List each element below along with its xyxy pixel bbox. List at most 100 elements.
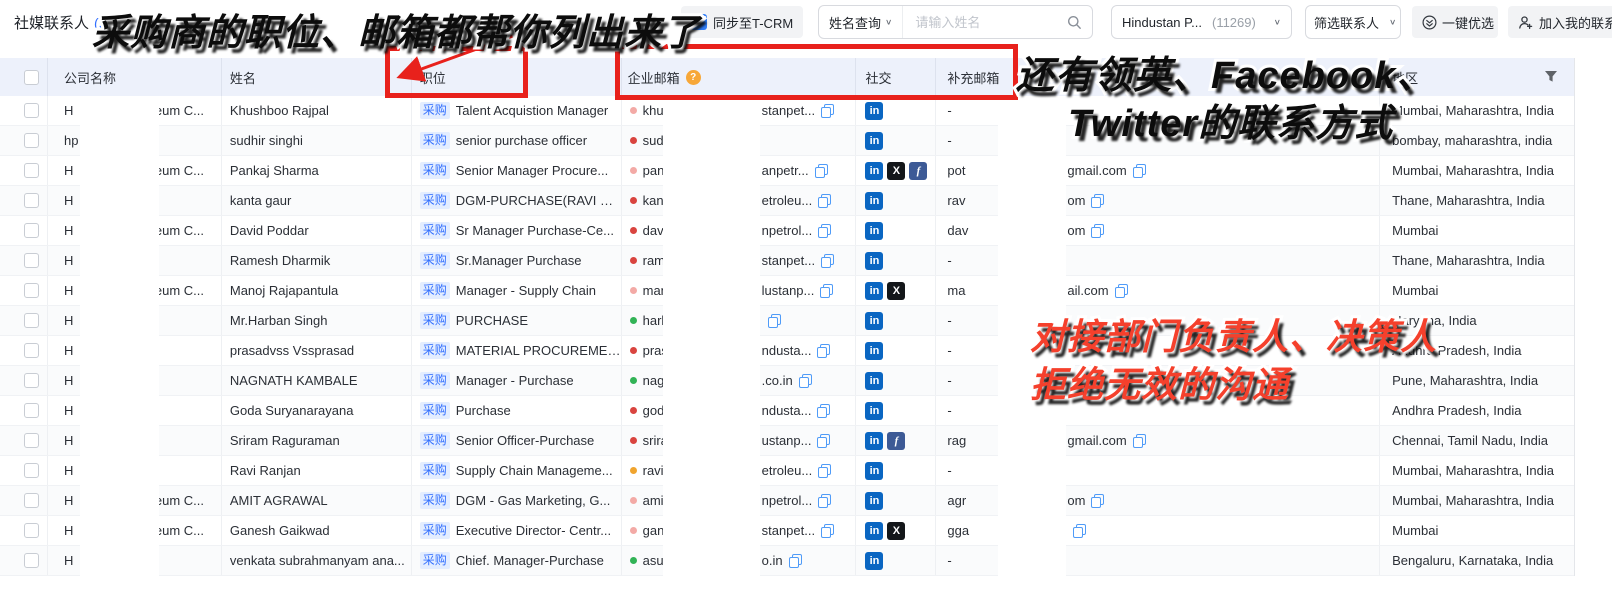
purchase-tag: 采购 [420, 162, 450, 179]
header-social[interactable]: 社交 [856, 58, 936, 96]
table-row[interactable]: H leum C... Pankaj Sharma 采购 Senior Mana… [0, 156, 1574, 186]
copy-icon[interactable] [820, 284, 833, 298]
linkedin-icon[interactable]: in [865, 252, 883, 270]
copy-icon[interactable] [818, 194, 831, 208]
row-checkbox[interactable] [24, 223, 39, 238]
company-filter-select[interactable]: Hindustan P... (11269) ∨ [1111, 5, 1292, 39]
header-email[interactable]: 企业邮箱 ? [622, 58, 857, 96]
copy-icon[interactable] [1073, 524, 1086, 538]
copy-icon[interactable] [818, 224, 831, 238]
row-checkbox[interactable] [24, 463, 39, 478]
linkedin-icon[interactable]: in [865, 462, 883, 480]
linkedin-icon[interactable]: in [865, 372, 883, 390]
linkedin-icon[interactable]: in [865, 162, 883, 180]
table-row[interactable]: H NAGNATH KAMBALE 采购 Manager - Purchase … [0, 366, 1574, 396]
filter-funnel-icon[interactable] [1544, 70, 1558, 86]
sync-to-tcrm-button[interactable]: T 同步至T-CRM [681, 6, 803, 38]
row-checkbox[interactable] [24, 253, 39, 268]
table-row[interactable]: H Ravi Ranjan 采购 Supply Chain Manageme..… [0, 456, 1574, 486]
linkedin-icon[interactable]: in [865, 492, 883, 510]
one-click-optimize-button[interactable]: 一键优选 [1412, 6, 1498, 38]
x-icon[interactable]: X [887, 162, 905, 180]
copy-icon[interactable] [1133, 164, 1146, 178]
copy-icon[interactable] [1091, 194, 1104, 208]
copy-icon[interactable] [817, 344, 830, 358]
help-question-icon[interactable]: ? [686, 70, 701, 85]
extra-email-fragment: - [947, 253, 951, 268]
copy-icon[interactable] [1133, 434, 1146, 448]
header-name[interactable]: 姓名 [222, 58, 412, 96]
linkedin-icon[interactable]: in [865, 552, 883, 570]
row-checkbox[interactable] [24, 493, 39, 508]
linkedin-icon[interactable]: in [865, 312, 883, 330]
header-extra-email[interactable]: 补充邮箱 [936, 58, 1380, 96]
copy-icon[interactable] [821, 524, 834, 538]
copy-icon[interactable] [817, 434, 830, 448]
header-company[interactable]: 公司名称 [48, 58, 222, 96]
copy-icon[interactable] [821, 254, 834, 268]
copy-icon[interactable] [1091, 494, 1104, 508]
social-cell: in [856, 96, 936, 125]
copy-icon[interactable] [817, 404, 830, 418]
table-row[interactable]: H kanta gaur 采购 DGM-PURCHASE(RAVI G... k… [0, 186, 1574, 216]
header-region[interactable]: 地区 [1380, 58, 1574, 96]
job-title-cell: 采购 Senior Officer-Purchase [412, 426, 622, 455]
row-checkbox[interactable] [24, 283, 39, 298]
copy-icon[interactable] [799, 374, 812, 388]
linkedin-icon[interactable]: in [865, 192, 883, 210]
table-row[interactable]: H prasadvss Vssprasad 采购 MATERIAL PROCUR… [0, 336, 1574, 366]
facebook-icon[interactable]: f [909, 162, 927, 180]
name-search-input[interactable] [903, 15, 1067, 30]
table-row[interactable]: H leum C... Khushboo Rajpal 采购 Talent Ac… [0, 96, 1574, 126]
job-title: Purchase [456, 403, 511, 418]
facebook-icon[interactable]: f [887, 432, 905, 450]
select-all-checkbox[interactable] [24, 70, 39, 85]
table-row[interactable]: H leum C... AMIT AGRAWAL 采购 DGM - Gas Ma… [0, 486, 1574, 516]
copy-icon[interactable] [1091, 224, 1104, 238]
linkedin-icon[interactable]: in [865, 282, 883, 300]
linkedin-icon[interactable]: in [865, 102, 883, 120]
copy-icon[interactable] [789, 554, 802, 568]
linkedin-icon[interactable]: in [865, 222, 883, 240]
copy-icon[interactable] [821, 104, 834, 118]
row-checkbox[interactable] [24, 373, 39, 388]
linkedin-icon[interactable]: in [865, 522, 883, 540]
filter-contacts-dropdown[interactable]: 筛选联系人 ∨ [1305, 5, 1401, 39]
table-row[interactable]: H leum C... Ganesh Gaikwad 采购 Executive … [0, 516, 1574, 546]
table-row[interactable]: H Goda Suryanarayana 采购 Purchase goda nd… [0, 396, 1574, 426]
search-icon[interactable] [1067, 15, 1092, 30]
add-to-my-contacts-button[interactable]: 加入我的联系 [1508, 6, 1612, 38]
row-checkbox[interactable] [24, 163, 39, 178]
row-checkbox[interactable] [24, 343, 39, 358]
row-checkbox[interactable] [24, 433, 39, 448]
copy-icon[interactable] [818, 494, 831, 508]
row-checkbox[interactable] [24, 193, 39, 208]
copy-icon[interactable] [1115, 284, 1128, 298]
copy-icon[interactable] [815, 164, 828, 178]
table-row[interactable]: H Mr.Harban Singh 采购 PURCHASE harb in [0, 306, 1574, 336]
copy-icon[interactable] [768, 314, 781, 328]
linkedin-icon[interactable]: in [865, 342, 883, 360]
table-row[interactable]: hp sudhir singhi 采购 senior purchase offi… [0, 126, 1574, 156]
linkedin-icon[interactable]: in [865, 432, 883, 450]
table-row[interactable]: H Ramesh Dharmik 采购 Sr.Manager Purchase … [0, 246, 1574, 276]
x-icon[interactable]: X [887, 522, 905, 540]
table-row[interactable]: H leum C... David Poddar 采购 Sr Manager P… [0, 216, 1574, 246]
row-checkbox[interactable] [24, 553, 39, 568]
row-checkbox[interactable] [24, 133, 39, 148]
table-row[interactable]: H venkata subrahmanyam ana... 采购 Chief. … [0, 546, 1574, 576]
name-query-dropdown[interactable]: 姓名查询 ∨ [819, 6, 903, 38]
x-icon[interactable]: X [887, 282, 905, 300]
row-checkbox[interactable] [24, 403, 39, 418]
row-checkbox[interactable] [24, 103, 39, 118]
row-checkbox[interactable] [24, 313, 39, 328]
table-row[interactable]: H Sriram Raguraman 采购 Senior Officer-Pur… [0, 426, 1574, 456]
copy-icon[interactable] [818, 464, 831, 478]
table-row[interactable]: H leum C... Manoj Rajapantula 采购 Manager… [0, 276, 1574, 306]
email-fragment: npetrol... [762, 223, 813, 238]
extra-email-fragment: rag [947, 433, 966, 448]
header-title[interactable]: 职位 [412, 58, 622, 96]
row-checkbox[interactable] [24, 523, 39, 538]
linkedin-icon[interactable]: in [865, 132, 883, 150]
linkedin-icon[interactable]: in [865, 402, 883, 420]
